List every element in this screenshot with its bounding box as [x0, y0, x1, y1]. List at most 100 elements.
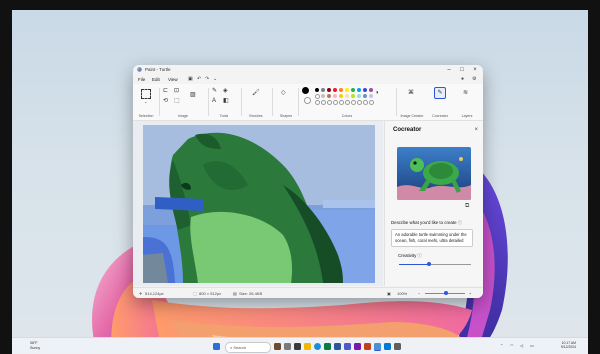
- select-icon[interactable]: [141, 89, 151, 99]
- selection-label: Selection: [138, 114, 154, 118]
- color-swatch[interactable]: [357, 94, 361, 98]
- color-swatch[interactable]: [315, 94, 320, 99]
- widget-icon[interactable]: [274, 343, 281, 350]
- fill-icon[interactable]: ◈: [223, 88, 228, 94]
- image-icon[interactable]: ▨: [190, 92, 196, 98]
- settings-icon[interactable]: [394, 343, 401, 350]
- undo-icon[interactable]: ↶: [197, 76, 201, 82]
- custom-color-slot[interactable]: [321, 100, 326, 105]
- brush-icon[interactable]: 🖌: [252, 90, 260, 96]
- color-swatch[interactable]: [351, 88, 355, 92]
- color-swatch[interactable]: [363, 94, 367, 98]
- chevron-up-icon[interactable]: ⌃: [500, 343, 503, 348]
- secondary-color-swatch[interactable]: [304, 97, 311, 104]
- prompt-input[interactable]: An adorable turtle swimming under the oc…: [391, 229, 473, 247]
- volume-icon[interactable]: ◁: [520, 343, 523, 348]
- zoom-level[interactable]: 100%: [397, 291, 407, 296]
- color-swatch[interactable]: [345, 88, 349, 92]
- text-icon[interactable]: A: [212, 98, 216, 104]
- onenote-icon[interactable]: [354, 343, 361, 350]
- maximize-button[interactable]: □: [456, 66, 468, 74]
- image-creator-icon[interactable]: ⌘: [408, 90, 414, 96]
- color-swatch[interactable]: [369, 94, 373, 98]
- custom-color-slot[interactable]: [357, 100, 362, 105]
- color-swatch[interactable]: [345, 94, 349, 98]
- color-swatch[interactable]: [357, 88, 361, 92]
- chevron-down-icon[interactable]: ⌄: [144, 99, 147, 105]
- resize-icon[interactable]: ⊡: [174, 88, 179, 94]
- menu-file[interactable]: File: [138, 77, 145, 82]
- layers-icon[interactable]: ≋: [463, 90, 468, 96]
- powerpoint-icon[interactable]: [364, 343, 371, 350]
- paint-taskbar-icon[interactable]: [374, 343, 381, 351]
- eraser-icon[interactable]: ◧: [223, 98, 229, 104]
- zoom-slider-knob[interactable]: [444, 291, 448, 295]
- rotate-icon[interactable]: ⟲: [163, 98, 168, 104]
- battery-icon[interactable]: ▭: [530, 343, 534, 348]
- custom-color-slot[interactable]: [327, 100, 332, 105]
- more-icon[interactable]: ⌄: [213, 76, 217, 82]
- cocreator-button[interactable]: ✎: [434, 87, 446, 99]
- settings-gear-icon[interactable]: ⚙: [472, 76, 476, 82]
- save-image-icon[interactable]: ⧉: [465, 203, 469, 210]
- menu-view[interactable]: View: [168, 77, 178, 82]
- custom-color-slot[interactable]: [363, 100, 368, 105]
- edge-icon[interactable]: [314, 343, 321, 350]
- panel-close-icon[interactable]: ×: [474, 127, 478, 133]
- redo-icon[interactable]: ↷: [205, 76, 209, 82]
- pencil-icon[interactable]: ✎: [212, 88, 217, 94]
- color-swatch[interactable]: [321, 94, 325, 98]
- color-swatch[interactable]: [333, 94, 337, 98]
- info-icon[interactable]: ⓘ: [458, 220, 462, 225]
- color-swatch[interactable]: [351, 94, 355, 98]
- store-icon[interactable]: [384, 343, 391, 350]
- custom-color-slot[interactable]: [369, 100, 374, 105]
- drawing-canvas[interactable]: [143, 125, 375, 283]
- color-swatch[interactable]: [333, 88, 337, 92]
- close-button[interactable]: ×: [469, 66, 481, 74]
- custom-color-slot[interactable]: [315, 100, 320, 105]
- color-swatch[interactable]: [327, 94, 331, 98]
- search-placeholder: Search: [233, 345, 247, 350]
- file-size: Size: 26.4KB: [239, 291, 263, 296]
- word-icon[interactable]: [334, 343, 341, 350]
- shapes-icon[interactable]: ◇: [281, 90, 286, 96]
- wifi-icon[interactable]: ◠: [510, 343, 514, 348]
- generated-image-thumbnail[interactable]: [397, 147, 471, 200]
- custom-color-slot[interactable]: [345, 100, 350, 105]
- start-button[interactable]: [213, 343, 220, 350]
- zoom-out-icon[interactable]: −: [418, 291, 420, 296]
- creativity-info-icon[interactable]: ⓘ: [418, 253, 422, 258]
- clock[interactable]: 10:17 AM 9/12/2024: [548, 341, 576, 350]
- avatar[interactable]: ●: [461, 76, 464, 82]
- zoom-in-icon[interactable]: +: [469, 291, 471, 296]
- minimize-button[interactable]: –: [443, 66, 455, 74]
- color-swatch[interactable]: [315, 88, 319, 92]
- color-swatch[interactable]: [321, 88, 325, 92]
- weather-widget[interactable]: 58°F Sunny: [30, 341, 40, 350]
- primary-color-swatch[interactable]: [302, 87, 309, 94]
- app-icon[interactable]: [294, 343, 301, 350]
- creativity-slider[interactable]: [399, 262, 471, 266]
- task-view-icon[interactable]: [284, 343, 291, 350]
- excel-icon[interactable]: [324, 343, 331, 350]
- crop-icon[interactable]: ⊏: [163, 88, 168, 94]
- remove-background-icon[interactable]: ⬚: [174, 98, 180, 104]
- color-swatch[interactable]: [369, 88, 373, 92]
- creativity-slider-knob[interactable]: [427, 262, 432, 266]
- taskbar-search[interactable]: ⌕ Search: [225, 342, 271, 353]
- menu-edit[interactable]: Edit: [152, 77, 160, 82]
- edit-colors-icon[interactable]: ◑: [375, 90, 379, 96]
- color-swatch[interactable]: [339, 88, 343, 92]
- custom-color-slot[interactable]: [351, 100, 356, 105]
- fit-icon[interactable]: ▣: [387, 291, 391, 296]
- file-explorer-icon[interactable]: [304, 343, 311, 350]
- taskbar: 58°F Sunny ⌕ Search ⌃ ◠ ◁ ▭ 10:17 AM 9/1…: [12, 337, 588, 354]
- color-swatch[interactable]: [327, 88, 331, 92]
- custom-color-slot[interactable]: [339, 100, 344, 105]
- custom-color-slot[interactable]: [333, 100, 338, 105]
- save-icon[interactable]: ▣: [188, 76, 193, 82]
- color-swatch[interactable]: [363, 88, 367, 92]
- color-swatch[interactable]: [339, 94, 343, 98]
- teams-icon[interactable]: [344, 343, 351, 350]
